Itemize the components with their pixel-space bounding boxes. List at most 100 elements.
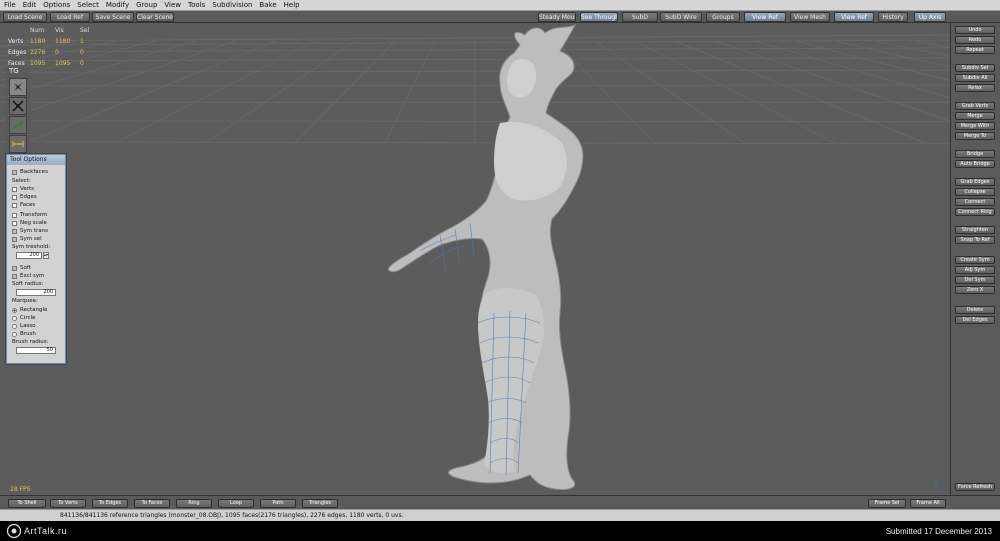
- menu-edit[interactable]: Edit: [23, 1, 37, 9]
- transform-tool-icon[interactable]: [9, 97, 27, 115]
- relax-button[interactable]: Relax: [955, 84, 995, 92]
- connect-ring-button[interactable]: Connect Ring: [955, 208, 995, 216]
- collapse-button[interactable]: Collapse: [955, 188, 995, 196]
- neg-scale-checkbox[interactable]: Neg scale: [12, 220, 47, 226]
- marquee-lasso-radio[interactable]: Lasso: [12, 323, 36, 329]
- groups-toggle[interactable]: Groups: [706, 12, 740, 22]
- up-axis-toggle[interactable]: Up Axis: [914, 12, 946, 22]
- repeat-button[interactable]: Repeat: [955, 46, 995, 54]
- force-refresh-button[interactable]: Force Refresh: [955, 483, 995, 491]
- stats-vis: 1095: [55, 60, 71, 67]
- loop-button[interactable]: Loop: [218, 499, 254, 508]
- marquee-rectangle-radio[interactable]: Rectangle: [12, 307, 47, 313]
- menu-help[interactable]: Help: [284, 1, 300, 9]
- stats-num: 1180: [30, 38, 46, 45]
- path-button[interactable]: Path: [260, 499, 296, 508]
- stats-num: 1095: [30, 60, 46, 67]
- grab-verts-button[interactable]: Grab Verts: [955, 102, 995, 110]
- to-shell-button[interactable]: To Shell: [8, 499, 46, 508]
- menu-subdivision[interactable]: Subdivision: [212, 1, 252, 9]
- select-edges-checkbox[interactable]: Edges: [12, 194, 37, 200]
- move-tool-icon[interactable]: [9, 78, 27, 96]
- menu-group[interactable]: Group: [136, 1, 157, 9]
- menu-tools[interactable]: Tools: [188, 1, 205, 9]
- marquee-brush-radio[interactable]: Brush: [12, 331, 36, 337]
- undo-button[interactable]: Undo: [955, 26, 995, 34]
- sym-sel-checkbox[interactable]: Sym sel: [12, 236, 42, 242]
- sym-threshold-spinner[interactable]: ▴▾: [43, 252, 49, 259]
- tool-group-label: TG: [9, 67, 19, 75]
- monster-mesh-figure[interactable]: [387, 24, 584, 490]
- image-footer: ArtTalk.ru Submitted 17 December 2013: [0, 521, 1000, 541]
- steady-mouse-toggle[interactable]: Steady Mouse: [538, 12, 576, 22]
- select-faces-checkbox[interactable]: Faces: [12, 202, 35, 208]
- brush-radius-slider[interactable]: 50: [16, 347, 56, 354]
- auto-bridge-button[interactable]: Auto Bridge: [955, 160, 995, 168]
- soft-checkbox[interactable]: Soft: [12, 265, 31, 271]
- view-ref-toggle[interactable]: View Ref: [744, 12, 786, 22]
- menu-modify[interactable]: Modify: [106, 1, 129, 9]
- sym-threshold-field[interactable]: 200: [16, 252, 42, 259]
- marquee-circle-radio[interactable]: Circle: [12, 315, 35, 321]
- adj-sym-button[interactable]: Adj Sym: [955, 266, 995, 274]
- subd-toggle[interactable]: SubD: [622, 12, 658, 22]
- submitted-date: Submitted 17 December 2013: [885, 527, 992, 536]
- curve-tool-icon[interactable]: [9, 116, 27, 134]
- view-ref-toggle[interactable]: View Ref: [834, 12, 874, 22]
- subdiv-all-button[interactable]: Subdiv All: [955, 74, 995, 82]
- fps-counter: 28 FPS: [10, 486, 31, 493]
- select-label: Select:: [12, 178, 31, 184]
- straighten-button[interactable]: Straighten: [955, 226, 995, 234]
- view-mesh-toggle[interactable]: View Mesh: [790, 12, 830, 22]
- right-command-panel: Undo Redo Repeat Subdiv Sel Subdiv All Relax G…: [950, 23, 1000, 495]
- to-faces-button[interactable]: To Faces: [134, 499, 170, 508]
- triangles-button[interactable]: Triangles: [302, 499, 338, 508]
- marquee-label: Marquee:: [12, 298, 38, 304]
- stats-num: 2276: [30, 49, 46, 56]
- del-sym-button[interactable]: Del Sym: [955, 276, 995, 284]
- redo-button[interactable]: Redo: [955, 36, 995, 44]
- brush-radius-label: Brush radius:: [12, 339, 49, 345]
- del-edges-button[interactable]: Del Edges: [955, 316, 995, 324]
- merge-button[interactable]: Merge: [955, 112, 995, 120]
- see-through-toggle[interactable]: See Through: [580, 12, 618, 22]
- bridge-button[interactable]: Bridge: [955, 150, 995, 158]
- merge-to-button[interactable]: Merge To: [955, 132, 995, 140]
- backfaces-checkbox[interactable]: Backfaces: [12, 169, 48, 175]
- menu-select[interactable]: Select: [77, 1, 99, 9]
- frame-all-button[interactable]: Frame All: [910, 499, 946, 508]
- subd-wire-toggle[interactable]: SubD Wire: [660, 12, 702, 22]
- stats-header-num: Num: [30, 27, 45, 34]
- menu-view[interactable]: View: [164, 1, 181, 9]
- load-ref-button[interactable]: Load Ref: [50, 12, 90, 22]
- to-verts-button[interactable]: To Verts: [50, 499, 86, 508]
- zero-x-button[interactable]: Zero X: [955, 286, 995, 294]
- delete-button[interactable]: Delete: [955, 306, 995, 314]
- create-sym-button[interactable]: Create Sym: [955, 256, 995, 264]
- sym-trans-checkbox[interactable]: Sym trans: [12, 228, 48, 234]
- to-edges-button[interactable]: To Edges: [92, 499, 128, 508]
- stats-sel: 0: [80, 49, 84, 56]
- menu-options[interactable]: Options: [43, 1, 70, 9]
- select-verts-checkbox[interactable]: Verts: [12, 186, 34, 192]
- logo-text: ArtTalk.ru: [24, 526, 68, 536]
- load-scene-button[interactable]: Load Scene: [3, 12, 47, 22]
- connect-button[interactable]: Connect: [955, 198, 995, 206]
- excl-sym-checkbox[interactable]: Excl sym: [12, 273, 44, 279]
- transform-checkbox[interactable]: Transform: [12, 212, 47, 218]
- 3d-viewport[interactable]: Num Vis Sel Verts 1180 1180 1 Edges 2276 0 0 Fac…: [0, 23, 950, 495]
- measure-tool-icon[interactable]: [9, 135, 27, 153]
- soft-radius-slider[interactable]: 200: [16, 289, 56, 296]
- menu-file[interactable]: File: [4, 1, 16, 9]
- ring-button[interactable]: Ring: [176, 499, 212, 508]
- history-toggle[interactable]: History: [878, 12, 908, 22]
- mesh-stats: Num Vis Sel Verts 1180 1180 1 Edges 2276 0 0 Fac…: [8, 25, 100, 69]
- frame-sel-button[interactable]: Frame Sel: [868, 499, 906, 508]
- save-scene-button[interactable]: Save Scene: [92, 12, 134, 22]
- merge-with-button[interactable]: Merge With: [955, 122, 995, 130]
- snap-to-ref-button[interactable]: Snap To Ref: [955, 236, 995, 244]
- grab-edges-button[interactable]: Grab Edges: [955, 178, 995, 186]
- clear-scene-button[interactable]: Clear Scene: [136, 12, 174, 22]
- menu-bake[interactable]: Bake: [259, 1, 276, 9]
- subdiv-sel-button[interactable]: Subdiv Sel: [955, 64, 995, 72]
